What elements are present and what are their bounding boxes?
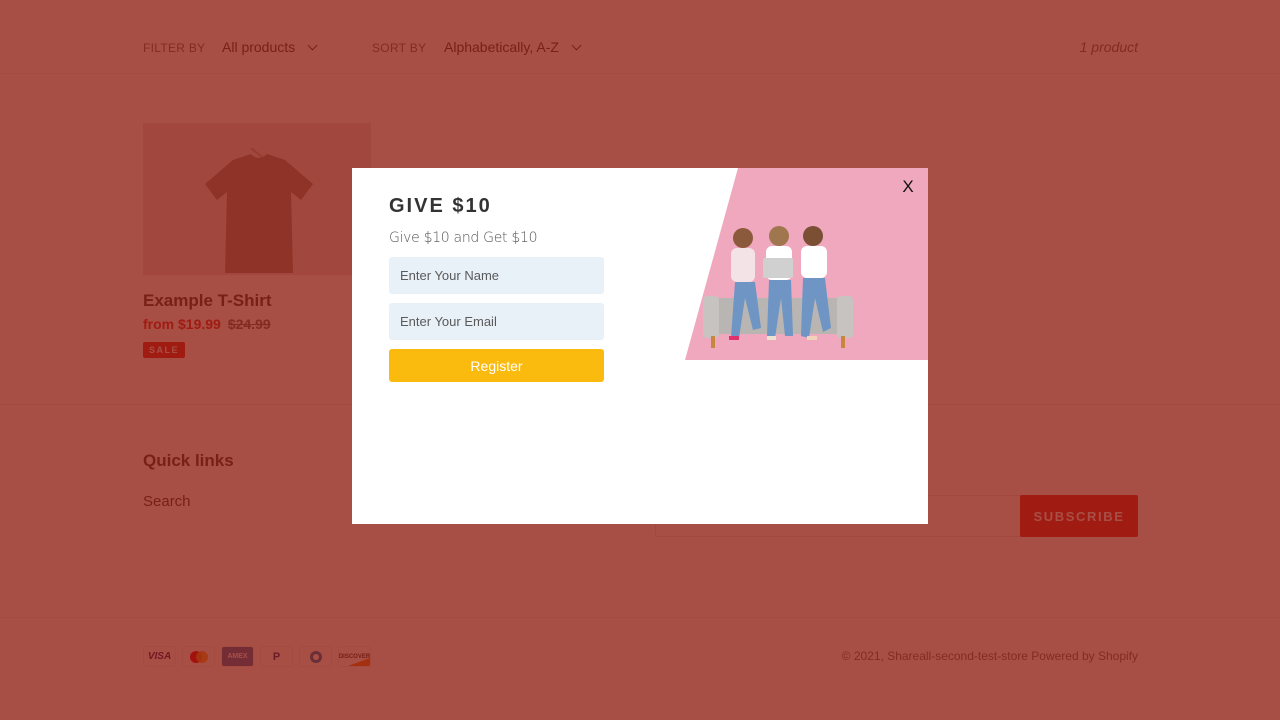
popup-title: GIVE $10 xyxy=(389,195,492,217)
popup-subtitle: Give $10 and Get $10 xyxy=(389,230,538,246)
referral-popup: X GIVE $10 Give $10 and Get $10 Register xyxy=(352,168,928,524)
email-input[interactable] xyxy=(389,303,604,340)
close-popup-button[interactable]: X xyxy=(900,178,916,196)
women-on-sofa-illustration xyxy=(703,226,853,348)
hero-image xyxy=(685,168,928,360)
name-input[interactable] xyxy=(389,257,604,294)
register-button[interactable]: Register xyxy=(389,349,604,382)
